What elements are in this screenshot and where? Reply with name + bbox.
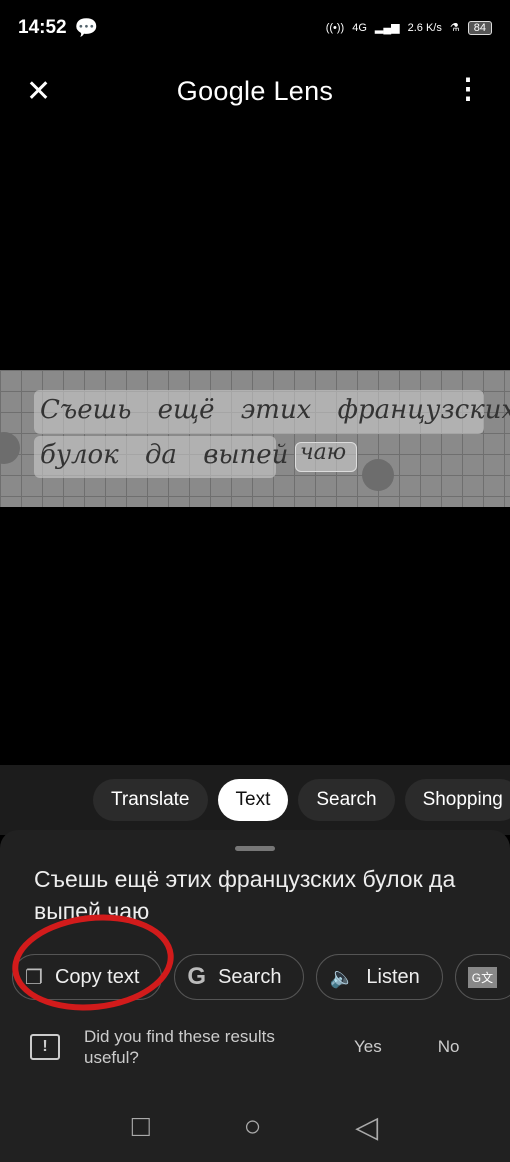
close-icon[interactable]: ✕ bbox=[26, 74, 51, 109]
search-button[interactable]: G Search bbox=[174, 954, 305, 1000]
listen-label: Listen bbox=[366, 965, 420, 988]
search-label: Search bbox=[218, 965, 282, 988]
feedback-question: Did you find these results useful? bbox=[84, 1027, 275, 1067]
selection-handle[interactable] bbox=[362, 459, 394, 491]
hotspot-icon: ((•)) bbox=[325, 21, 345, 34]
google-g-icon: G bbox=[187, 963, 207, 990]
network-type: 4G bbox=[352, 21, 367, 34]
tab-search[interactable]: Search bbox=[298, 779, 395, 821]
results-sheet: Съешь ещё этих французских булок да выпе… bbox=[0, 830, 510, 1092]
back-icon[interactable]: ◁ bbox=[355, 1110, 378, 1145]
chat-icon: 💬 bbox=[74, 17, 99, 39]
status-bar: 14:52 💬 ((•)) 4G ▂▄▆ 2.6 K/s ⚗ 84 bbox=[0, 0, 510, 55]
feedback-icon: ! bbox=[30, 1034, 60, 1060]
clock: 14:52 bbox=[18, 16, 67, 38]
recents-icon[interactable]: □ bbox=[132, 1110, 150, 1144]
translate-button[interactable]: G文 bbox=[454, 954, 510, 1000]
speaker-icon: 🔈 bbox=[329, 966, 355, 989]
copy-text-button[interactable]: ❐ Copy text bbox=[12, 954, 163, 1000]
feedback-no-button[interactable]: No bbox=[438, 1037, 460, 1057]
flask-icon: ⚗ bbox=[449, 22, 460, 34]
handwritten-line: булок да выпей bbox=[40, 440, 289, 470]
copy-text-label: Copy text bbox=[54, 965, 140, 988]
copy-icon: ❐ bbox=[25, 966, 43, 989]
selection-handle[interactable] bbox=[0, 432, 20, 464]
system-nav-bar: □ ○ ◁ bbox=[0, 1092, 510, 1162]
more-options-icon[interactable]: ⋮ bbox=[454, 72, 482, 105]
net-speed: 2.6 K/s bbox=[407, 21, 442, 34]
drag-handle[interactable] bbox=[235, 846, 275, 851]
tab-shopping[interactable]: Shopping bbox=[404, 779, 510, 821]
battery-level: 84 bbox=[467, 20, 492, 35]
app-title: Google Lens bbox=[176, 75, 334, 106]
recognized-text[interactable]: Съешь ещё этих французских булок да выпе… bbox=[34, 863, 480, 927]
tab-translate[interactable]: Translate bbox=[93, 779, 208, 821]
translate-icon: G文 bbox=[467, 966, 498, 988]
feedback-yes-button[interactable]: Yes bbox=[354, 1037, 382, 1057]
tab-text[interactable]: Text bbox=[217, 779, 289, 821]
mode-tabs: Translate Text Search Shopping bbox=[0, 765, 510, 835]
signal-icon: ▂▄▆ bbox=[374, 22, 400, 34]
captured-image[interactable]: Съешь ещё этих французских булок да выпе… bbox=[0, 370, 510, 507]
home-icon[interactable]: ○ bbox=[243, 1110, 261, 1144]
listen-button[interactable]: 🔈 Listen bbox=[316, 954, 443, 1000]
app-header: ✕ Google Lens ⋮ bbox=[0, 60, 510, 122]
handwritten-word: чаю bbox=[300, 440, 347, 465]
handwritten-line: Съешь ещё этих французских bbox=[40, 395, 510, 425]
